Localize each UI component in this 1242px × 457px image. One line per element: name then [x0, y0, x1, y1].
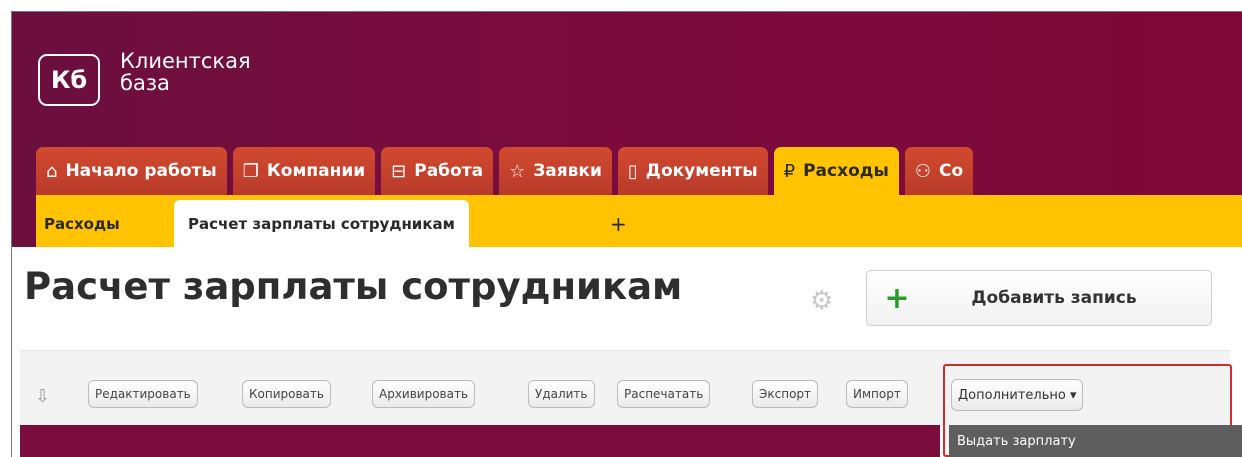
- pay-salary-item[interactable]: Выдать зарплату: [949, 425, 1242, 457]
- tab-label: Заявки: [533, 161, 602, 181]
- copy-button[interactable]: Копировать: [242, 380, 331, 408]
- logo-text[interactable]: Клиентская база: [120, 50, 251, 94]
- logo-line2: база: [120, 71, 170, 95]
- tab-label: Компании: [266, 161, 366, 181]
- add-subtab-button[interactable]: +: [610, 200, 627, 247]
- print-button[interactable]: Распечатать: [617, 380, 711, 408]
- sort-icon[interactable]: ⇩: [35, 386, 50, 407]
- sub-tab-bar: Расходы Расчет зарплаты сотрудникам +: [36, 195, 1242, 247]
- tab-requests[interactable]: ☆ Заявки: [499, 147, 612, 195]
- tab-companies[interactable]: ❐ Компании: [232, 147, 376, 195]
- page-title: Расчет зарплаты сотрудникам: [24, 265, 683, 308]
- star-icon: ☆: [509, 160, 526, 182]
- gear-icon[interactable]: ⚙: [810, 286, 833, 316]
- subtab-expenses[interactable]: Расходы: [44, 200, 120, 247]
- plus-icon: +: [884, 280, 910, 316]
- edit-button[interactable]: Редактировать: [88, 380, 198, 408]
- logo-mark[interactable]: Кб: [38, 54, 100, 106]
- tab-label: Со: [939, 161, 964, 181]
- archive-button[interactable]: Архивировать: [372, 380, 476, 408]
- home-icon: ⌂: [46, 160, 58, 182]
- tab-label: Работа: [414, 161, 484, 181]
- app-header: Кб Клиентская база ⌂ Начало работы ❐ Ком…: [12, 12, 1242, 247]
- tab-label: Начало работы: [65, 161, 217, 181]
- ruble-icon: ₽: [783, 160, 796, 182]
- table-header: [20, 425, 940, 457]
- tab-start[interactable]: ⌂ Начало работы: [36, 147, 227, 195]
- tab-expenses[interactable]: ₽ Расходы: [773, 147, 899, 195]
- add-record-button[interactable]: + Добавить запись: [866, 270, 1212, 326]
- more-button[interactable]: Дополнительно ▾: [951, 379, 1084, 411]
- tab-label: Расходы: [803, 161, 889, 181]
- users-icon: ⚇: [914, 160, 931, 182]
- copy-icon: ❐: [242, 160, 259, 182]
- tab-label: Документы: [645, 161, 758, 181]
- import-button[interactable]: Импорт: [846, 380, 908, 408]
- document-icon: ▯: [627, 160, 638, 182]
- tab-work[interactable]: ⊟ Работа: [381, 147, 494, 195]
- add-record-label: Добавить запись: [971, 288, 1137, 308]
- tab-documents[interactable]: ▯ Документы: [617, 147, 768, 195]
- more-highlight: Дополнительно ▾ Выдать зарплату: [943, 364, 1242, 457]
- logo-line1: Клиентская: [120, 49, 251, 73]
- tab-employees[interactable]: ⚇ Со: [904, 147, 974, 195]
- briefcase-icon: ⊟: [391, 160, 407, 182]
- main-tabs: ⌂ Начало работы ❐ Компании ⊟ Работа ☆ За…: [36, 147, 979, 195]
- subtab-salary[interactable]: Расчет зарплаты сотрудникам: [174, 200, 469, 247]
- export-button[interactable]: Экспорт: [752, 380, 819, 408]
- delete-button[interactable]: Удалить: [528, 380, 595, 408]
